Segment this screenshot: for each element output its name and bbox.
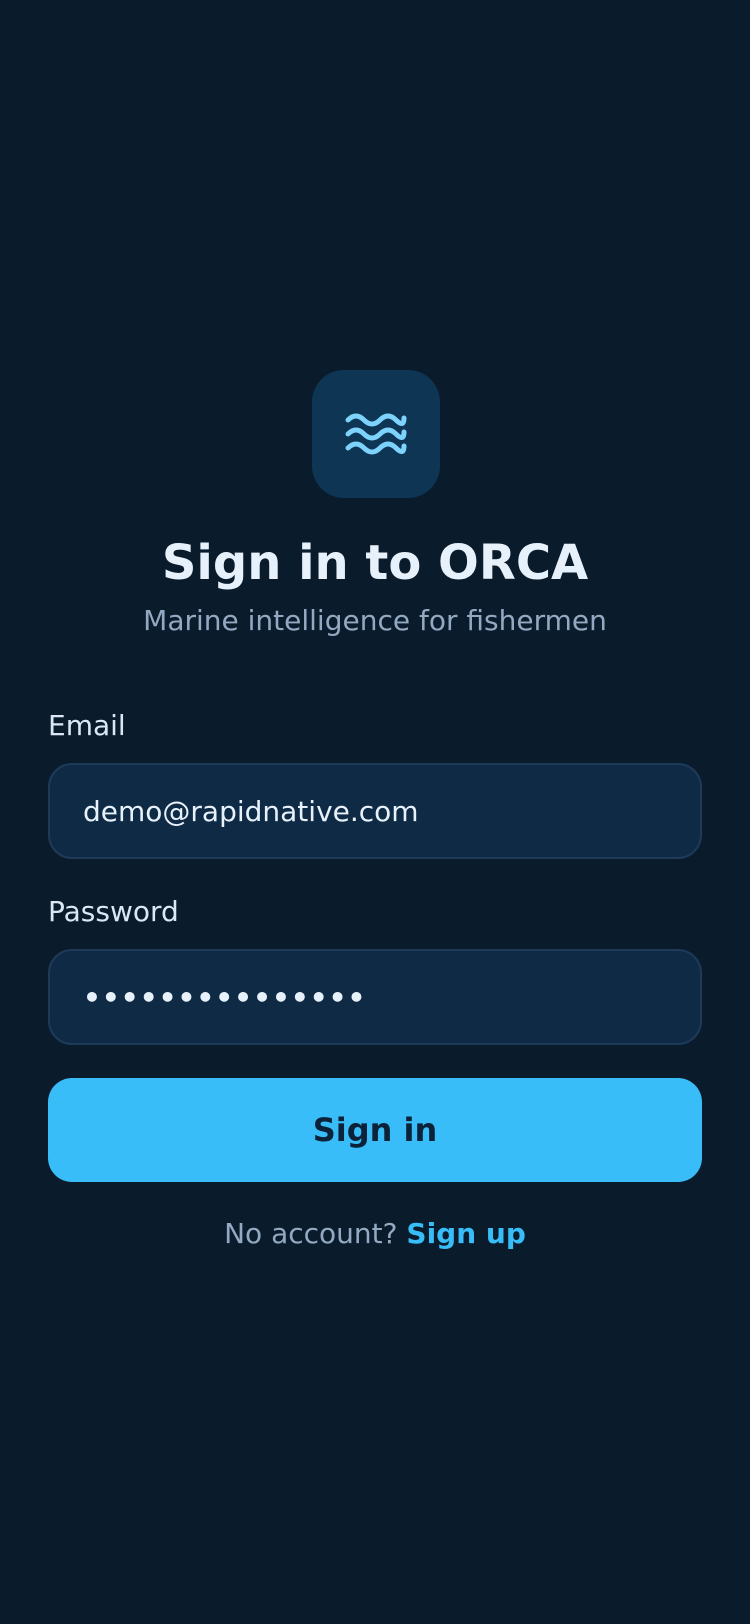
sign-up-link[interactable]: Sign up [406,1217,525,1250]
sign-in-button[interactable]: Sign in [48,1078,702,1182]
sign-in-button-label: Sign in [312,1111,438,1149]
signup-prompt: No account? Sign up [0,1214,750,1254]
waves-icon [345,413,407,455]
no-account-text: No account? [224,1217,398,1250]
page-title: Sign in to ORCA [161,535,589,591]
email-label: Email [48,709,126,742]
page-subtitle: Marine intelligence for fishermen [143,604,607,637]
sign-in-screen: Sign in to ORCA Marine intelligence for … [0,0,750,1624]
email-field[interactable]: demo@rapidnative.com [48,763,702,859]
email-value: demo@rapidnative.com [83,794,419,828]
app-logo [312,370,440,498]
password-value: ••••••••••••••• [83,980,367,1014]
password-field[interactable]: ••••••••••••••• [48,949,702,1045]
password-label: Password [48,895,179,928]
